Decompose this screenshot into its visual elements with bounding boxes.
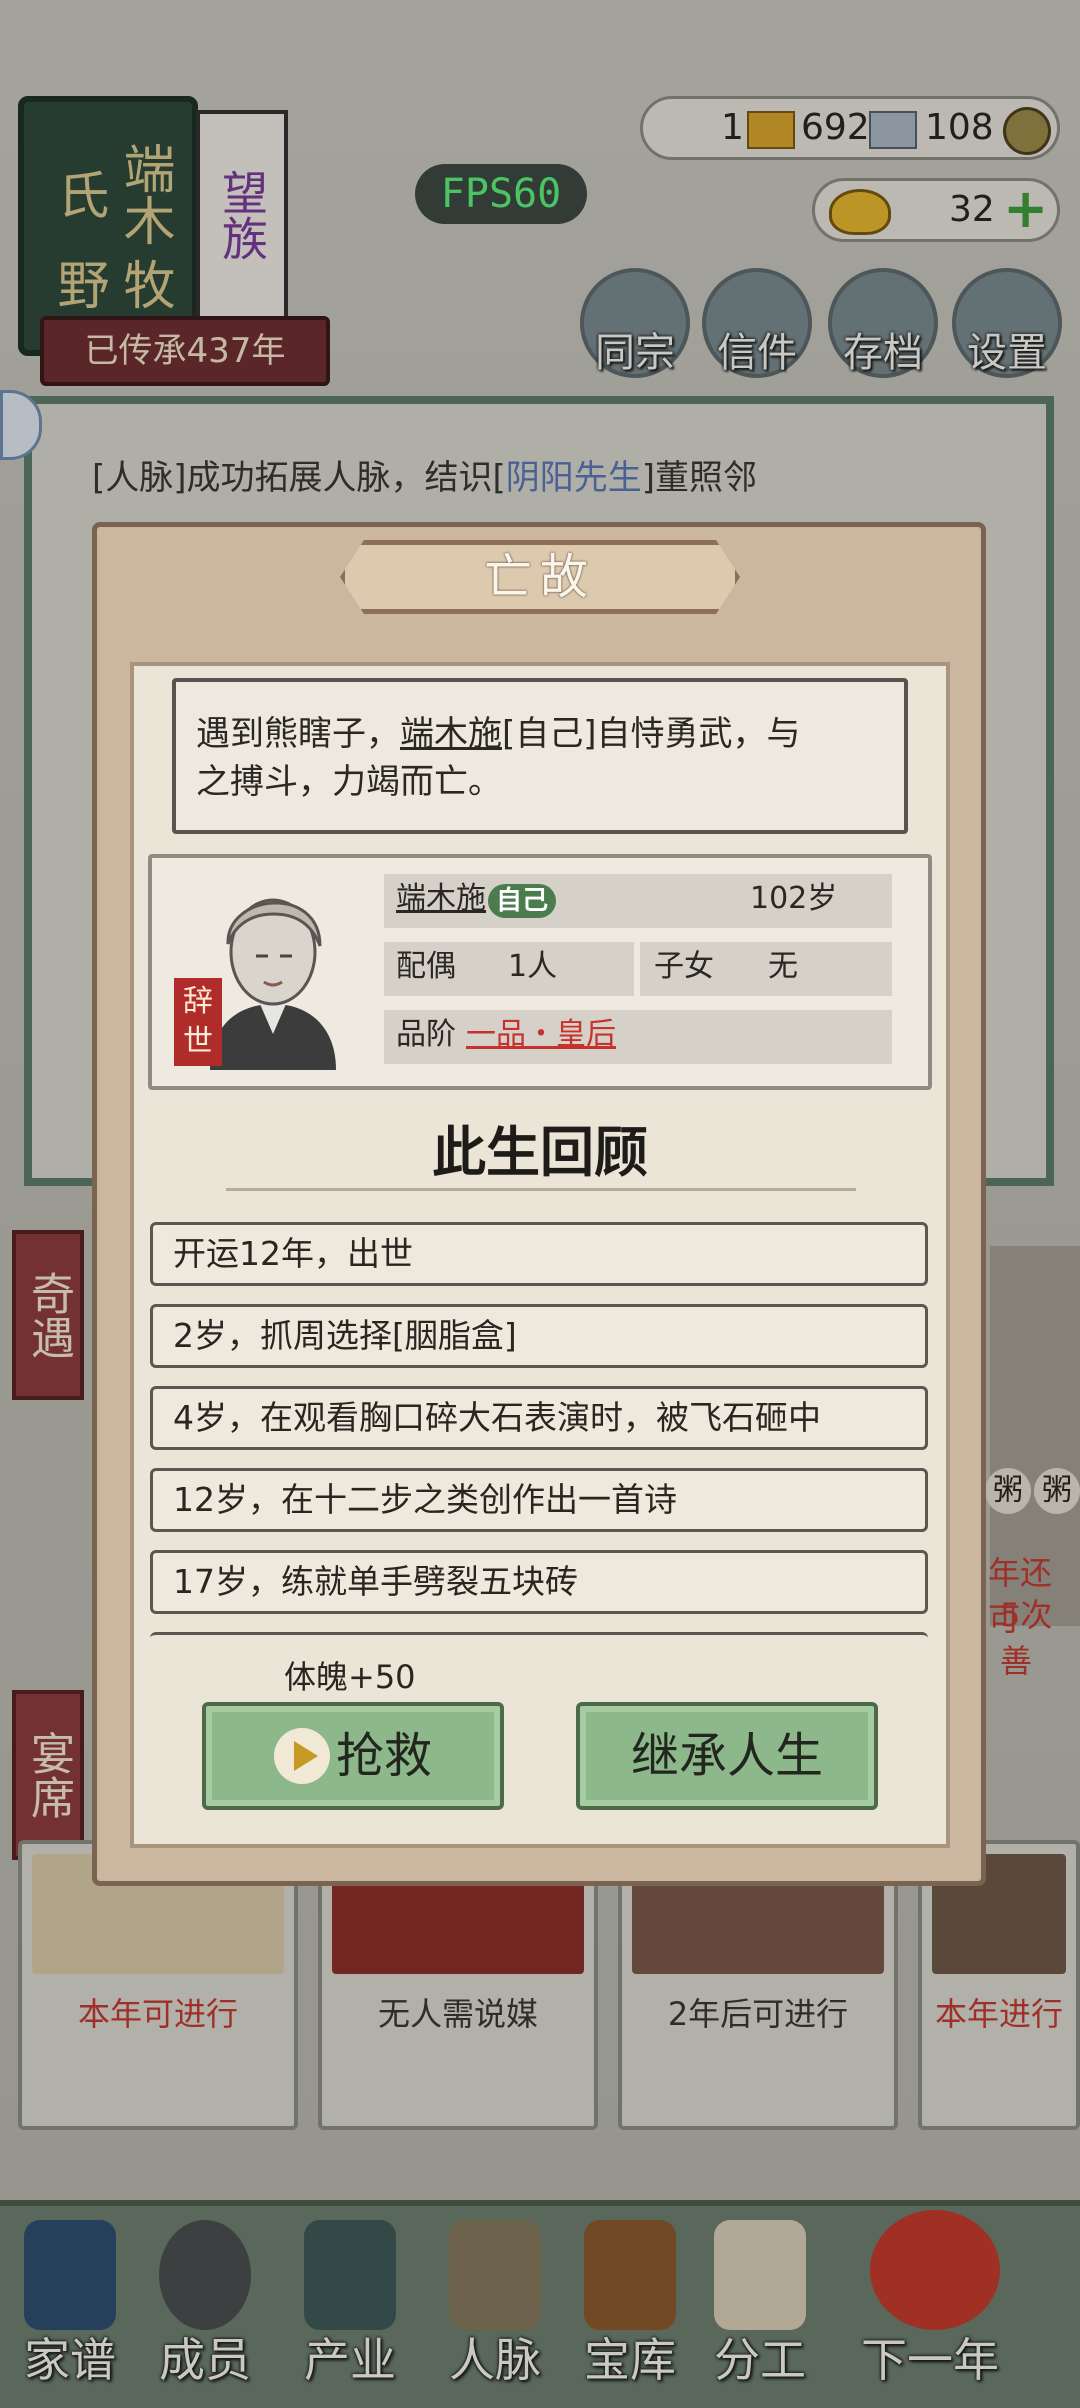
rescue-button[interactable]: 抢救 [202,1702,504,1810]
death-description: 遇到熊瞎子，端木施[自己]自恃勇武，与 之搏斗，力竭而亡。 [172,678,908,834]
life-event: 12岁，在十二步之类创作出一首诗 [150,1468,928,1532]
profile-name-row: 端木施 自己 102岁 [384,874,892,928]
rank-link[interactable]: 一品・皇后 [466,1010,616,1060]
section-divider [226,1188,856,1191]
dialog-title: 亡故 [483,549,596,605]
deceased-stamp: 辞世 [174,978,222,1066]
life-event: 开运12年，出世 [150,1222,928,1286]
self-tag-badge: 自己 [488,884,557,918]
profile-name[interactable]: 端木施 [396,874,486,924]
inherit-life-button[interactable]: 继承人生 [576,1702,878,1810]
life-list-scroll-edge[interactable] [150,1632,928,1645]
profile-age: 102岁 [750,881,838,916]
life-event: 2岁，抓周选择[胭脂盒] [150,1304,928,1368]
rank-row: 品阶 一品・皇后 [384,1010,892,1064]
rescue-bonus: 体魄+50 [284,1658,416,1696]
play-icon [273,1727,330,1784]
life-event: 4岁，在观看胸口碎大石表演时，被飞石砸中 [150,1386,928,1450]
children-row: 子女 无 [640,942,892,996]
deceased-name-link[interactable]: 端木施 [400,714,502,754]
children-count: 无 [768,949,798,984]
life-event: 17岁，练就单手劈裂五块砖 [150,1550,928,1614]
life-review-title: 此生回顾 [432,1120,648,1184]
spouse-count: 1人 [508,949,558,984]
spouse-row: 配偶 1人 [384,942,634,996]
